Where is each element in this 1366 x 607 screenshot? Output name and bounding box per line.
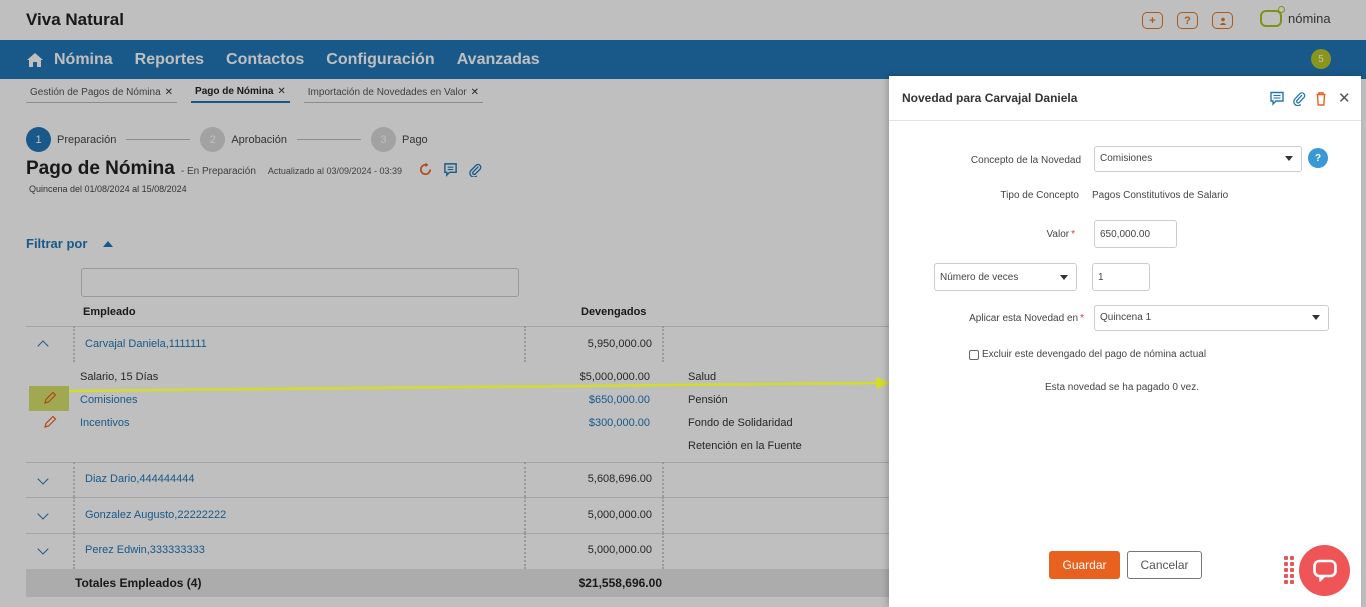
drawer-title: Novedad para Carvajal Daniela: [902, 91, 1078, 105]
help-icon[interactable]: ?: [1308, 148, 1328, 168]
required-mark: *: [1080, 313, 1084, 324]
chevron-down-icon: [1312, 315, 1320, 320]
excluir-checkbox[interactable]: [969, 350, 979, 360]
chat-icon: [1312, 559, 1337, 582]
concepto-value: Comisiones: [1100, 153, 1153, 164]
aplicar-select[interactable]: Quincena 1: [1094, 305, 1329, 331]
veces-select-value: Número de veces: [940, 272, 1019, 283]
valor-label-text: Valor: [1046, 229, 1070, 240]
attachment-icon[interactable]: [1292, 91, 1306, 106]
paid-info-text: Esta novedad se ha pagado 0 vez.: [1045, 382, 1200, 393]
close-icon[interactable]: ✕: [1338, 89, 1351, 107]
aplicar-label: Aplicar esta Novedad en *: [909, 313, 1084, 324]
drawer-actions: [1270, 91, 1328, 106]
valor-input[interactable]: 650,000.00: [1094, 220, 1177, 248]
cancel-button[interactable]: Cancelar: [1127, 551, 1202, 579]
veces-input[interactable]: 1: [1092, 263, 1150, 291]
trash-icon[interactable]: [1314, 91, 1328, 106]
chat-button[interactable]: [1299, 545, 1350, 596]
chevron-down-icon: [1285, 156, 1293, 161]
concepto-label: Concepto de la Novedad: [970, 155, 1081, 166]
drag-handle[interactable]: [1284, 556, 1294, 584]
novedad-drawer: Novedad para Carvajal Daniela ✕ Concepto…: [889, 76, 1361, 607]
valor-label: Valor *: [909, 229, 1075, 240]
aplicar-label-text: Aplicar esta Novedad en: [969, 313, 1079, 324]
required-mark: *: [1071, 229, 1075, 240]
concepto-select[interactable]: Comisiones: [1094, 146, 1302, 172]
drawer-header: Novedad para Carvajal Daniela ✕: [889, 76, 1361, 121]
chevron-down-icon: [1060, 275, 1068, 280]
aplicar-value: Quincena 1: [1100, 312, 1152, 323]
veces-select[interactable]: Número de veces: [934, 263, 1077, 291]
excluir-label: Excluir este devengado del pago de nómin…: [982, 349, 1207, 360]
comment-icon[interactable]: [1270, 91, 1284, 106]
tipo-label: Tipo de Concepto: [1000, 190, 1079, 201]
tipo-value: Pagos Constitutivos de Salario: [1092, 190, 1229, 201]
save-button[interactable]: Guardar: [1049, 551, 1120, 579]
